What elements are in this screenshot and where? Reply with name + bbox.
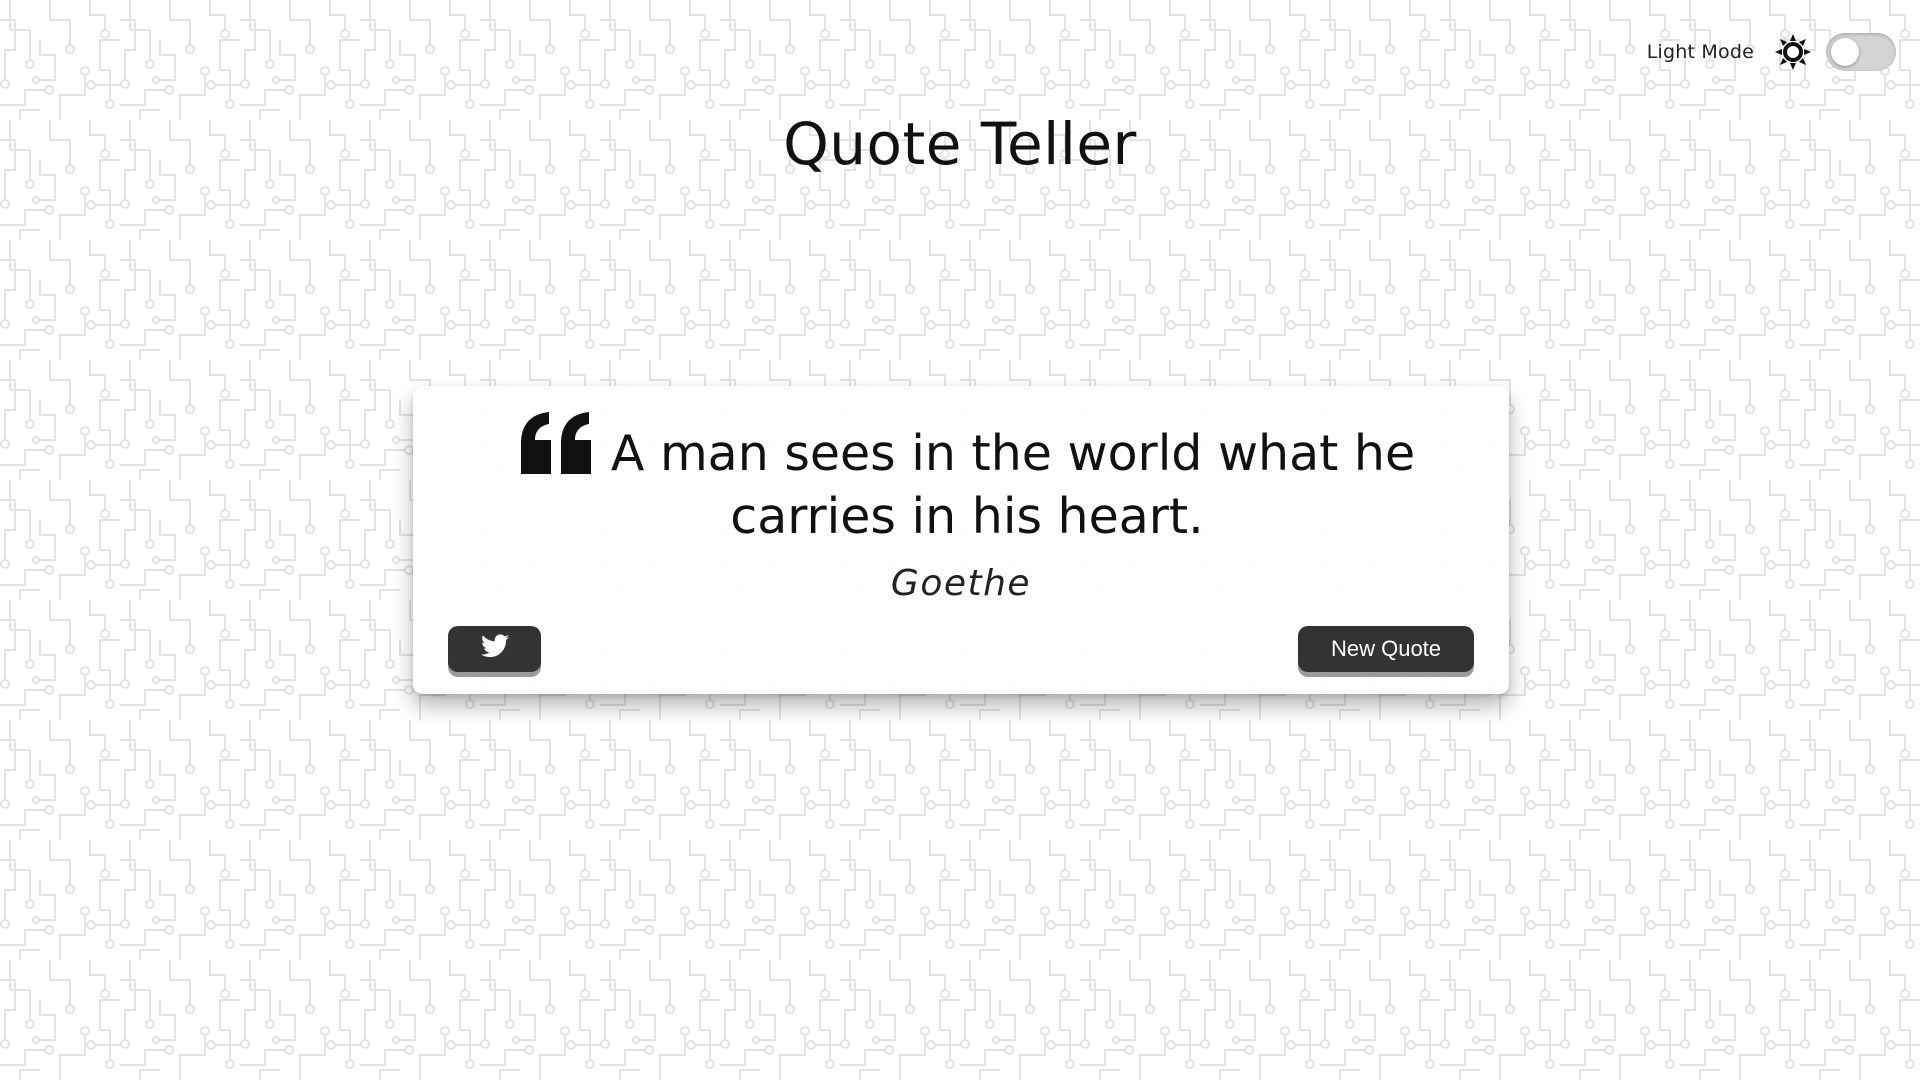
twitter-icon: [480, 634, 509, 664]
quote-author: Goethe: [890, 563, 1032, 604]
toggle-knob: [1831, 38, 1859, 66]
theme-mode-label: Light Mode: [1646, 41, 1754, 63]
sun-icon: [1774, 33, 1812, 71]
theme-switch-wrapper: Light Mode: [1647, 33, 1896, 71]
new-quote-button[interactable]: New Quote: [1298, 626, 1474, 672]
tweet-button[interactable]: [448, 626, 541, 672]
quote-left-icon: [519, 410, 595, 476]
quote-card: A man sees in the world what he carries …: [413, 386, 1509, 694]
page-title: Quote Teller: [783, 110, 1137, 178]
quote-text: A man sees in the world what he carries …: [610, 425, 1416, 545]
theme-toggle-switch[interactable]: [1826, 33, 1896, 71]
quote-text-container: A man sees in the world what he carries …: [485, 410, 1449, 548]
